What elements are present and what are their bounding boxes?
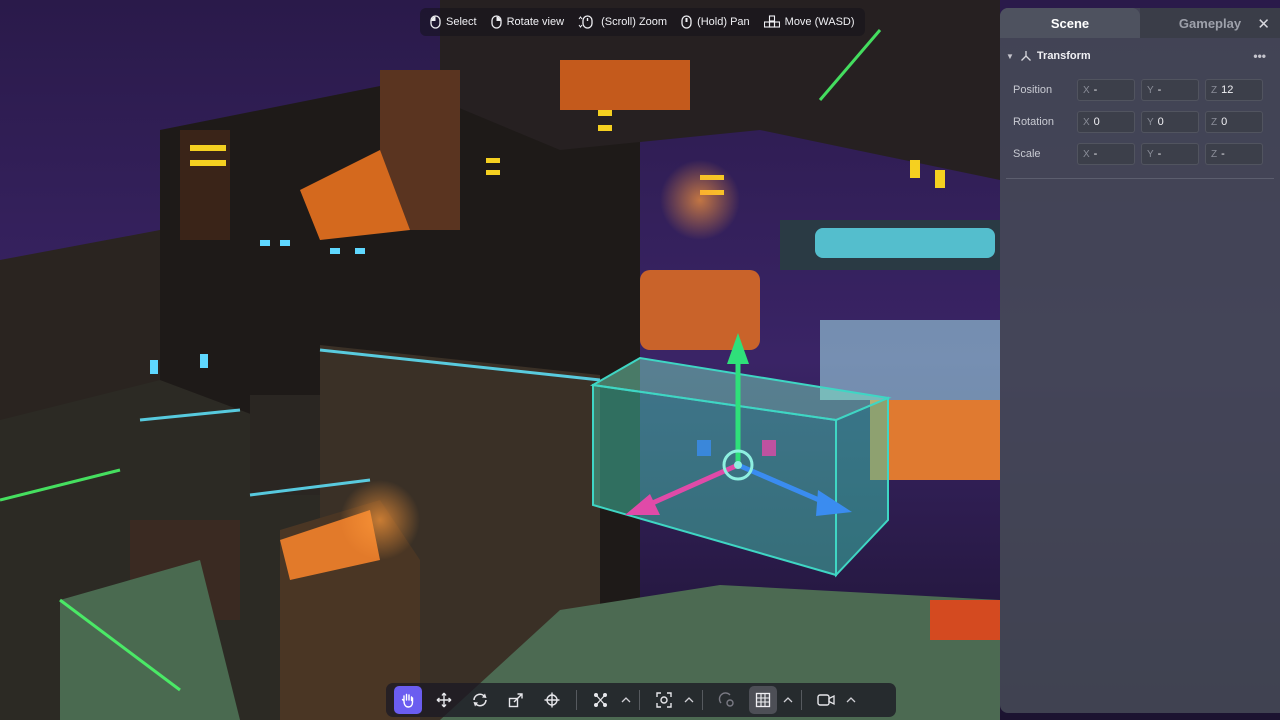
scale-x-field[interactable]: X- [1077,143,1135,165]
mouse-right-icon [490,15,502,29]
toolbar-separator [702,690,703,710]
hint-label: Rotate view [506,16,565,28]
section-divider [1006,178,1274,179]
snap-points-icon [594,693,607,707]
move-tool-button[interactable] [430,686,458,714]
chevron-up-icon[interactable] [619,686,633,714]
position-row: Position X- Y- Z 12 [1000,74,1280,106]
mouse-middle-icon [681,15,692,29]
rotation-row: Rotation X0 Y0 Z0 [1000,106,1280,138]
wasd-icon [763,15,780,28]
close-icon[interactable]: ✕ [1257,15,1270,33]
section-title: Transform [1036,50,1091,62]
rotation-z-field[interactable]: Z0 [1205,111,1263,133]
transform-axes-icon [1020,51,1031,61]
hint-zoom: (Scroll) Zoom [578,15,667,29]
position-y-field[interactable]: Y- [1141,79,1199,101]
hint-select: Select [430,15,477,29]
scale-z-field[interactable]: Z- [1205,143,1263,165]
toolbar-separator [639,690,640,710]
caret-down-icon[interactable]: ▼ [1006,52,1014,61]
hint-label: Move (WASD) [784,16,855,28]
pan-tool-button[interactable] [394,686,422,714]
camera-icon [817,694,835,706]
editor-toolbar [386,683,896,717]
properties-panel: Scene Gameplay ✕ ▼ Transform ••• Positio… [1000,8,1280,713]
rotation-y-field[interactable]: Y0 [1141,111,1199,133]
position-x-field[interactable]: X- [1077,79,1135,101]
scale-row: Scale X- Y- Z- [1000,138,1280,170]
scroll-icon [578,15,593,29]
focus-button[interactable] [650,686,678,714]
rotation-x-field[interactable]: X0 [1077,111,1135,133]
rotate-tool-button[interactable] [466,686,494,714]
transform-section-header[interactable]: ▼ Transform ••• [1000,38,1280,74]
grid-icon [755,692,771,708]
focus-icon [656,692,672,708]
snap-button[interactable] [587,686,615,714]
grid-toggle-button[interactable] [749,686,777,714]
panel-tabs: Scene Gameplay ✕ [1000,8,1280,38]
more-options-icon[interactable]: ••• [1253,49,1266,63]
hint-label: (Scroll) Zoom [601,16,668,28]
tab-scene[interactable]: Scene [1000,8,1140,38]
camera-button[interactable] [812,686,840,714]
pivot-icon [718,692,734,707]
hint-label: Select [446,16,477,28]
row-label: Rotation [1013,116,1054,128]
scale-tool-button[interactable] [502,686,530,714]
chevron-up-icon[interactable] [781,686,795,714]
move-arrows-icon [436,692,452,708]
mouse-left-icon [430,15,441,29]
row-label: Scale [1013,148,1041,160]
controls-hint-bar: Select Rotate view (Scroll) Zoom (Hold) … [420,8,865,36]
hint-pan: (Hold) Pan [681,15,750,29]
scale-y-field[interactable]: Y- [1141,143,1199,165]
rotate-icon [473,693,487,707]
toolbar-separator [576,690,577,710]
chevron-up-icon[interactable] [844,686,858,714]
transform-tool-button[interactable] [538,686,566,714]
row-label: Position [1013,84,1053,96]
transform-all-icon [544,692,560,708]
scale-icon [508,693,523,708]
position-z-field[interactable]: Z 12 [1205,79,1263,101]
hand-pan-icon [401,693,414,708]
hint-rotate: Rotate view [490,15,565,29]
pivot-button[interactable] [713,686,741,714]
chevron-up-icon[interactable] [682,686,696,714]
toolbar-separator [801,690,802,710]
hint-move: Move (WASD) [763,15,855,29]
hint-label: (Hold) Pan [697,16,750,28]
